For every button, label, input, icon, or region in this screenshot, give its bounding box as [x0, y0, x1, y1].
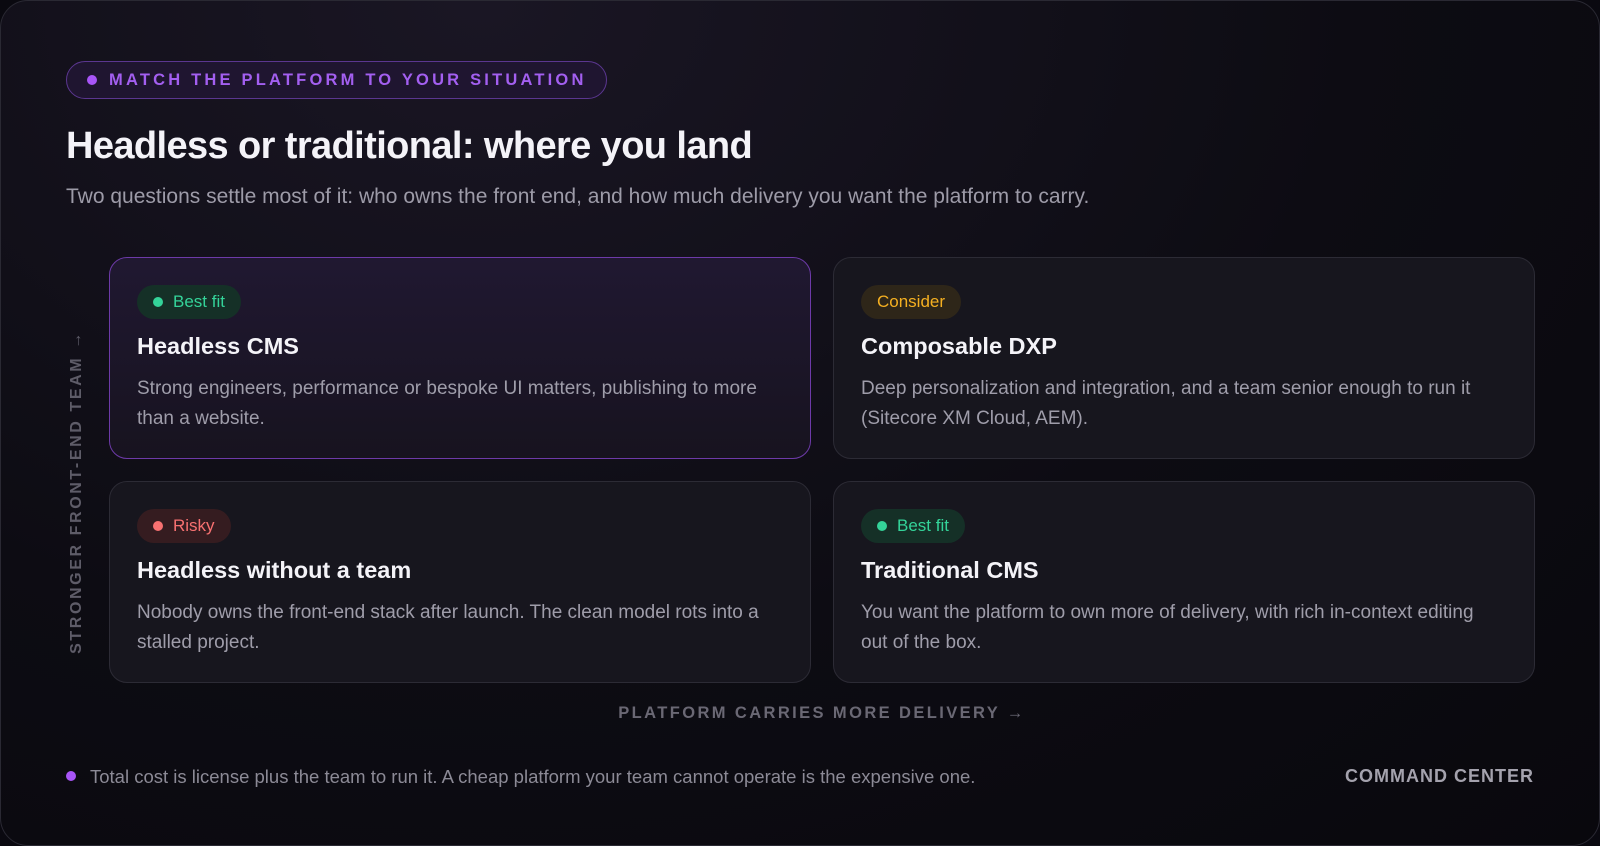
badge-dot-icon: [153, 521, 163, 531]
status-badge: Consider: [861, 285, 962, 319]
brand-label: COMMAND CENTER: [1345, 766, 1534, 786]
x-axis-label: PLATFORM CARRIES MORE DELIVERY →: [618, 704, 1026, 722]
status-badge: Best fit: [861, 509, 965, 543]
quadrant-traditional-cms: Best fit Traditional CMS You want the pl…: [833, 481, 1535, 683]
badge-dot-icon: [877, 521, 887, 531]
quadrant-description: Strong engineers, performance or bespoke…: [137, 378, 757, 429]
eyebrow-dot-icon: [87, 75, 97, 85]
footnote: Total cost is license plus the team to r…: [66, 766, 975, 788]
footnote-text: Total cost is license plus the team to r…: [90, 766, 976, 787]
quadrant-title: Headless without a team: [137, 557, 412, 583]
badge-dot-icon: [153, 297, 163, 307]
quadrant-headless-cms: Best fit Headless CMS Strong engineers, …: [109, 257, 811, 459]
eyebrow-pill: MATCH THE PLATFORM TO YOUR SITUATION: [66, 61, 607, 99]
quadrant-headless-without-team: Risky Headless without a team Nobody own…: [109, 481, 811, 683]
quadrant-title: Composable DXP: [861, 333, 1057, 359]
status-badge: Risky: [137, 509, 231, 543]
quadrant-composable-dxp: Consider Composable DXP Deep personaliza…: [833, 257, 1535, 459]
badge-label: Consider: [877, 292, 946, 311]
page-title: Headless or traditional: where you land: [66, 125, 753, 167]
badge-label: Best fit: [897, 516, 949, 535]
quadrant-title: Traditional CMS: [861, 557, 1039, 583]
footnote-dot-icon: [66, 771, 76, 781]
quadrant-description: You want the platform to own more of del…: [861, 602, 1474, 653]
badge-label: Best fit: [173, 292, 225, 311]
y-axis-label: STRONGER FRONT-END TEAM →: [68, 330, 85, 654]
badge-label: Risky: [173, 516, 215, 535]
slide-frame: MATCH THE PLATFORM TO YOUR SITUATION Hea…: [0, 0, 1600, 846]
eyebrow-text: MATCH THE PLATFORM TO YOUR SITUATION: [109, 70, 587, 89]
quadrant-title: Headless CMS: [137, 333, 299, 359]
page-subtitle: Two questions settle most of it: who own…: [66, 185, 1090, 208]
status-badge: Best fit: [137, 285, 241, 319]
quadrant-description: Nobody owns the front-end stack after la…: [137, 602, 759, 653]
quadrant-description: Deep personalization and integration, an…: [861, 378, 1471, 429]
